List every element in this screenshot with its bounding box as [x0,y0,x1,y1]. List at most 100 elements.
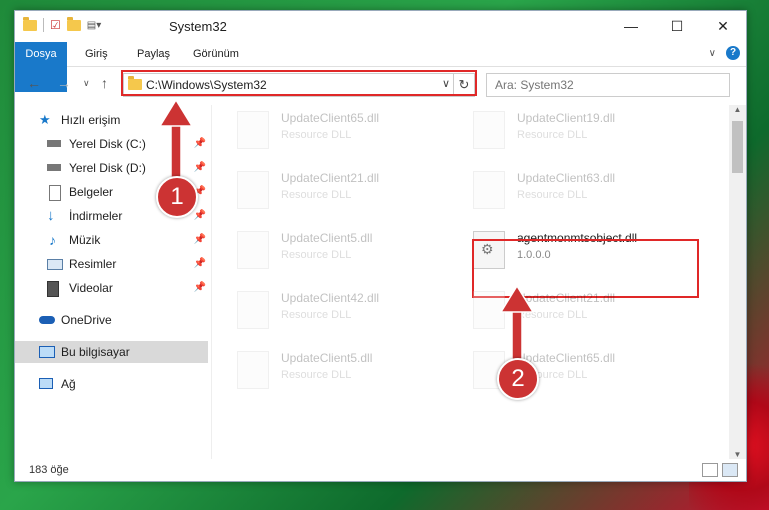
search-input[interactable] [493,77,697,93]
drive-icon [47,140,61,147]
cloud-icon [39,316,55,324]
pictures-icon [47,259,63,270]
vertical-scrollbar[interactable]: ▲ ▼ [729,105,746,459]
customize-icon[interactable]: ▤▾ [87,20,101,31]
list-item[interactable]: UpdateClient21.dll Resource DLL [213,167,423,217]
list-item[interactable]: UpdateClient21.dll Resource DLL [449,287,659,337]
drive-icon [47,164,61,171]
list-item[interactable]: UpdateClient19.dll Resource DLL [449,107,659,157]
sidebar-item-label: İndirmeler [69,209,123,223]
sidebar-item-label: Yerel Disk (D:) [69,161,146,175]
sidebar-item-label: Videolar [69,281,113,295]
file-description: Resource DLL [517,129,588,141]
item-count: 183 öğe [29,464,69,476]
file-name: UpdateClient21.dll [517,291,616,305]
file-list: UpdateClient65.dll Resource DLL UpdateCl… [213,105,728,459]
pin-icon[interactable]: 📌 [194,229,206,251]
dll-file-icon [237,231,269,269]
pin-icon[interactable]: 📌 [194,157,206,179]
up-icon[interactable]: ↑ [101,75,108,91]
pin-icon[interactable]: 📌 [194,205,206,227]
dll-file-icon [473,171,505,209]
new-folder-icon[interactable] [66,16,81,31]
file-name: UpdateClient5.dll [281,351,373,365]
status-bar: 183 öğe [15,459,746,481]
file-name: UpdateClient63.dll [517,171,616,185]
sidebar-item-quick-access[interactable]: ★ Hızlı erişim [15,109,208,131]
recent-locations-icon[interactable]: ∨ [83,78,90,89]
sidebar-item-label: Ağ [61,377,76,391]
pin-icon[interactable]: 📌 [194,253,206,275]
tab-gorunum[interactable]: Görünüm [193,42,239,66]
step-2-badge: 2 [497,358,539,400]
sidebar-item-music[interactable]: ♪ Müzik 📌 [15,229,208,251]
list-item[interactable]: UpdateClient5.dll Resource DLL [213,227,423,277]
file-description: Resource DLL [517,309,588,321]
properties-icon[interactable]: ☑ [50,18,61,32]
dll-file-icon [473,291,505,329]
sidebar-item-videos[interactable]: Videolar 📌 [15,277,208,299]
document-icon [49,185,61,201]
toolbar-separator [43,18,44,32]
navigation-pane: ★ Hızlı erişim Yerel Disk (C:) 📌 Yerel D… [15,105,212,459]
pin-icon[interactable]: 📌 [194,277,206,299]
sidebar-item-onedrive[interactable]: OneDrive [15,309,208,331]
music-icon: ♪ [49,232,56,248]
sidebar-item-pictures[interactable]: Resimler 📌 [15,253,208,275]
tab-giris[interactable]: Giriş [85,42,108,66]
network-icon [39,378,53,389]
maximize-button[interactable]: ☐ [654,11,700,42]
sidebar-item-label: Belgeler [69,185,114,199]
video-icon [47,281,59,297]
scroll-down-icon[interactable]: ▼ [729,450,746,459]
sidebar-item-label: OneDrive [61,313,112,327]
sidebar-item-network[interactable]: Ağ [15,373,208,395]
sidebar-item-label: Hızlı erişim [61,113,121,127]
back-icon[interactable]: ← [27,75,41,91]
close-button[interactable]: ✕ [700,11,746,42]
dll-file-icon [237,171,269,209]
step-1-badge: 1 [156,176,198,218]
dll-file-icon [237,111,269,149]
file-name: UpdateClient19.dll [517,111,616,125]
file-name: UpdateClient65.dll [281,111,380,125]
address-highlight-box [121,70,477,96]
navigation-bar: ← → ∨ ↑ C:\Windows\System32 ∨ ↻ [15,67,746,99]
file-description: Resource DLL [281,369,352,381]
file-name: UpdateClient21.dll [281,171,380,185]
list-item[interactable]: UpdateClient5.dll Resource DLL [213,347,423,397]
expand-ribbon-icon[interactable]: ∨ [709,48,716,59]
ribbon: Dosya Giriş Paylaş Görünüm ∨ ? [15,42,746,92]
file-description: Resource DLL [281,309,352,321]
help-icon[interactable]: ? [726,46,740,60]
quick-access-toolbar: ☑ ▤▾ [23,16,101,32]
search-box[interactable] [486,73,730,97]
list-item[interactable]: UpdateClient65.dll Resource DLL [213,107,423,157]
sidebar-item-disk-c[interactable]: Yerel Disk (C:) 📌 [15,133,208,155]
list-item[interactable]: UpdateClient63.dll Resource DLL [449,167,659,217]
scroll-up-icon[interactable]: ▲ [729,105,746,114]
dll-file-icon [237,291,269,329]
pin-icon[interactable]: 📌 [194,133,206,155]
scroll-thumb[interactable] [732,121,743,173]
file-description: Resource DLL [281,129,352,141]
file-name: UpdateClient5.dll [281,231,373,245]
file-description: Resource DLL [517,189,588,201]
dll-file-icon [473,111,505,149]
list-item[interactable]: UpdateClient42.dll Resource DLL [213,287,423,337]
file-explorer-window: ☑ ▤▾ System32 — ☐ ✕ Dosya Giriş Paylaş G… [14,10,747,482]
list-item[interactable]: UpdateClient65.dll Resource DLL [449,347,659,397]
tab-paylas[interactable]: Paylaş [137,42,170,66]
dll-file-icon [237,351,269,389]
star-icon: ★ [39,112,51,127]
details-view-icon[interactable] [702,463,718,477]
window-title: System32 [169,19,227,34]
file-description: Resource DLL [281,189,352,201]
forward-icon[interactable]: → [57,75,71,91]
computer-icon [39,346,55,358]
file-name: UpdateClient42.dll [281,291,380,305]
minimize-button[interactable]: — [608,11,654,42]
large-icons-view-icon[interactable] [722,463,738,477]
sidebar-item-this-pc[interactable]: Bu bilgisayar [15,341,208,363]
download-icon: ↓ [47,207,55,224]
